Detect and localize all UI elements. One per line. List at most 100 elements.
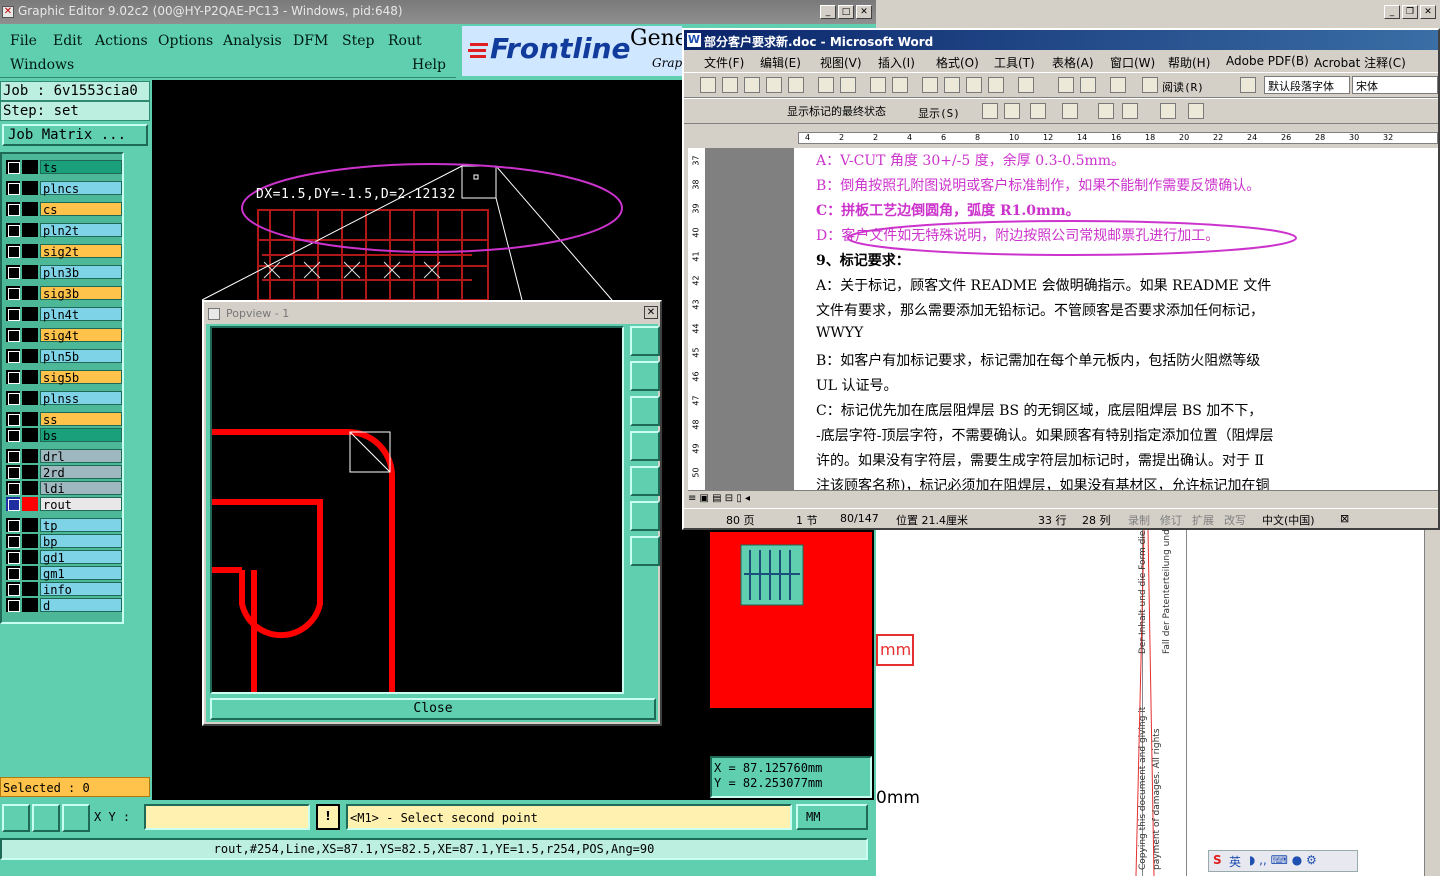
read-button[interactable]: 阅读(R) [1162, 79, 1204, 95]
snap-mode-icon[interactable] [2, 804, 30, 832]
document-line[interactable]: UL 认证号。 [816, 375, 898, 395]
layer-row-pln4t[interactable]: pln4t [4, 305, 122, 322]
layer-name[interactable]: pln3b [40, 265, 122, 280]
table-icon[interactable] [1080, 77, 1096, 93]
layer-row-plnss[interactable]: plnss [4, 389, 122, 406]
word-menu-file[interactable]: 文件(F) [704, 54, 744, 71]
layer-row-pln5b[interactable]: pln5b [4, 347, 122, 364]
layer-checkbox[interactable] [6, 181, 20, 195]
styles-icon[interactable] [1240, 77, 1256, 93]
sogou-icon[interactable]: S [1213, 853, 1222, 867]
paste-icon[interactable] [966, 77, 982, 93]
job-matrix-button[interactable]: Job Matrix ... [2, 124, 148, 146]
menu-actions[interactable]: Actions [95, 33, 148, 49]
reject-change-icon[interactable] [1062, 103, 1078, 119]
layer-checkbox[interactable] [6, 265, 20, 279]
layer-checkbox[interactable] [6, 307, 20, 321]
layer-checkbox[interactable] [6, 550, 20, 564]
word-menu-window[interactable]: 窗口(W) [1110, 54, 1155, 71]
new-comment-icon[interactable] [1098, 103, 1114, 119]
document-page[interactable]: A：V-CUT 角度 30+/-5 度，余厚 0.3-0.5mm。 B：倒角按照孔… [794, 148, 1438, 490]
layer-color-swatch[interactable] [22, 428, 38, 442]
hyperlink-icon[interactable] [1058, 77, 1074, 93]
document-line[interactable]: 注该顾客名称)，标记必须加在阻焊层，如果没有基材区，允许标记加在铜 [816, 475, 1269, 490]
word-menu-format[interactable]: 格式(O) [936, 54, 979, 71]
document-line[interactable]: C：标记优先加在底层阻焊层 BS 的无铜区域，底层阻焊层 BS 加不下， [816, 400, 1262, 420]
pan-left-icon[interactable] [630, 431, 660, 461]
layer-name[interactable]: plncs [40, 181, 122, 196]
layer-row-pln3b[interactable]: pln3b [4, 263, 122, 280]
layer-name[interactable]: sig4t [40, 328, 122, 343]
markup-view-box[interactable]: 显示标记的最终状态 [784, 102, 912, 120]
layer-color-swatch[interactable] [22, 481, 38, 495]
word-menu-tools[interactable]: 工具(T) [994, 54, 1035, 71]
prev-change-icon[interactable] [982, 103, 998, 119]
layer-name[interactable]: ldi [40, 481, 122, 496]
document-line[interactable]: A：V-CUT 角度 30+/-5 度，余厚 0.3-0.5mm。 [816, 150, 1125, 170]
bg-close-button[interactable]: ✕ [1420, 5, 1436, 19]
bg-minimize-button[interactable]: _ [1384, 5, 1400, 19]
layer-name[interactable]: rout [40, 497, 122, 512]
layer-row-plncs[interactable]: plncs [4, 179, 122, 196]
highlight-icon[interactable] [1122, 103, 1138, 119]
layer-color-swatch[interactable] [22, 328, 38, 342]
layer-color-swatch[interactable] [22, 465, 38, 479]
print-icon[interactable] [818, 77, 834, 93]
layer-color-swatch[interactable] [22, 286, 38, 300]
layer-name[interactable]: info [40, 582, 122, 597]
layer-checkbox[interactable] [6, 598, 20, 612]
popview-close-button[interactable]: Close [210, 698, 656, 720]
word-menu-edit[interactable]: 编辑(E) [760, 54, 801, 71]
layer-name[interactable]: bs [40, 428, 122, 443]
open-icon[interactable] [722, 77, 738, 93]
layer-name[interactable]: tp [40, 518, 122, 533]
pan-down-icon[interactable] [630, 396, 660, 426]
style-box[interactable]: 默认段落字体 [1264, 76, 1350, 94]
layer-name[interactable]: ss [40, 412, 122, 427]
layer-name[interactable]: ts [40, 160, 122, 175]
document-area[interactable]: A：V-CUT 角度 30+/-5 度，余厚 0.3-0.5mm。 B：倒角按照孔… [706, 148, 1438, 490]
copy-icon[interactable] [944, 77, 960, 93]
word-menu-insert[interactable]: 插入(I) [878, 54, 915, 71]
layer-color-swatch[interactable] [22, 349, 38, 363]
ime-mode-label[interactable]: 英 [1229, 853, 1241, 870]
doc-scrollbar[interactable] [1424, 530, 1440, 876]
print-preview-icon[interactable] [840, 77, 856, 93]
units-selector[interactable]: MM [796, 804, 868, 830]
layer-color-swatch[interactable] [22, 534, 38, 548]
layer-color-swatch[interactable] [22, 202, 38, 216]
layer-name[interactable]: bp [40, 534, 122, 549]
status-overtype[interactable]: 改写 [1224, 512, 1246, 528]
layer-checkbox[interactable] [6, 497, 20, 511]
document-line[interactable]: -底层字符-顶层字符，不需要确认。如果顾客有特别指定添加位置（阻焊层 [816, 425, 1273, 445]
layer-checkbox[interactable] [6, 391, 20, 405]
track-changes-icon[interactable] [1160, 103, 1176, 119]
spelling-status-icon[interactable]: ⊠ [1340, 512, 1349, 525]
layer-checkbox[interactable] [6, 349, 20, 363]
bg-restore-button[interactable]: ❐ [1402, 5, 1418, 19]
menu-rout[interactable]: Rout [388, 33, 422, 49]
layer-row-pln2t[interactable]: pln2t [4, 221, 122, 238]
layer-name[interactable]: cs [40, 202, 122, 217]
layer-row-sig2t[interactable]: sig2t [4, 242, 122, 259]
layer-name[interactable]: pln4t [40, 307, 122, 322]
word-menu-adobe-pdf[interactable]: Adobe PDF(B) [1226, 54, 1309, 68]
layer-color-swatch[interactable] [22, 449, 38, 463]
layer-color-swatch[interactable] [22, 223, 38, 237]
spelling-icon[interactable] [870, 77, 886, 93]
menu-options[interactable]: Options [158, 33, 213, 49]
popview-canvas[interactable] [210, 326, 624, 694]
layer-checkbox[interactable] [6, 202, 20, 216]
close-button[interactable]: ✕ [856, 5, 872, 19]
next-change-icon[interactable] [1004, 103, 1020, 119]
word-menu-table[interactable]: 表格(A) [1052, 54, 1094, 71]
layer-checkbox[interactable] [6, 582, 20, 596]
menu-step[interactable]: Step [342, 33, 374, 49]
zoom-out-icon[interactable] [630, 536, 660, 566]
layer-name[interactable]: pln5b [40, 349, 122, 364]
save-icon[interactable] [744, 77, 760, 93]
layer-name[interactable]: 2rd [40, 465, 122, 480]
layer-checkbox[interactable] [6, 328, 20, 342]
read-mode-icon[interactable] [1142, 77, 1158, 93]
layer-row-rout[interactable]: rout [4, 495, 122, 512]
